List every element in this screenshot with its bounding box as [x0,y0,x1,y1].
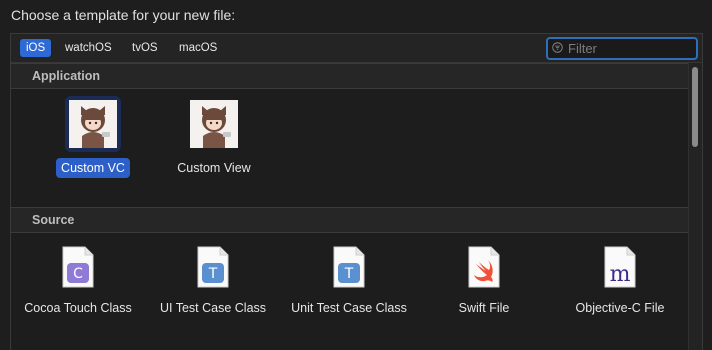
m-document-icon: m [604,246,636,288]
page-title: Choose a template for your new file: [11,7,236,23]
template-label: Custom View [177,161,251,175]
svg-text:m: m [610,262,631,287]
svg-text:T: T [344,266,354,282]
tab-watchos[interactable]: watchOS [59,39,118,57]
template-label: Objective-C File [575,301,665,315]
template-cocoa-touch-class[interactable]: C Cocoa Touch Class [18,246,138,316]
svg-text:T: T [208,266,218,282]
platform-tabs: iOS watchOS tvOS macOS [11,34,702,63]
template-label: Custom VC [56,158,130,178]
template-label: Swift File [458,301,510,315]
template-custom-view[interactable]: Custom View [149,96,279,178]
template-objective-c-file[interactable]: m Objective-C File [560,246,680,316]
svg-text:C: C [73,266,83,282]
c-document-icon: C [62,246,94,288]
avatar-thumbnail-icon [186,96,242,152]
swift-document-icon [468,246,500,288]
tab-macos[interactable]: macOS [173,39,223,57]
avatar-thumbnail-icon [65,96,121,152]
section-header-source: Source [11,207,688,233]
template-chooser: iOS watchOS tvOS macOS Application [10,33,703,350]
template-swift-file[interactable]: Swift File [424,246,544,316]
tab-tvos[interactable]: tvOS [126,39,164,57]
scrollbar-thumb[interactable] [692,67,698,147]
template-ui-test-case-class[interactable]: T UI Test Case Class [153,246,273,316]
template-label: Unit Test Case Class [291,301,407,315]
template-label: Cocoa Touch Class [24,301,132,315]
filter-field[interactable] [546,37,698,60]
t-document-icon: T [197,246,229,288]
template-label: UI Test Case Class [159,301,267,315]
vertical-scrollbar[interactable] [688,63,702,350]
filter-icon [552,42,563,53]
template-custom-vc[interactable]: Custom VC [28,96,158,178]
t-document-icon: T [333,246,365,288]
tab-ios[interactable]: iOS [20,39,52,57]
section-header-application: Application [11,63,688,89]
template-unit-test-case-class[interactable]: T Unit Test Case Class [289,246,409,316]
section-title: Source [32,213,75,227]
section-title: Application [32,69,101,83]
filter-input[interactable] [568,39,688,58]
